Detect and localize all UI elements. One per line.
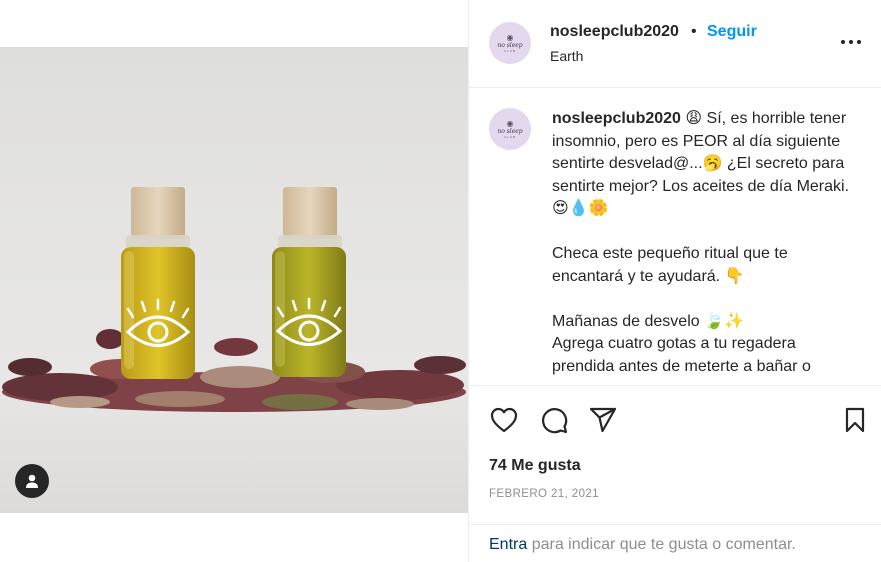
- oil-bottles-illustration: [2, 187, 466, 412]
- post-header: ◉ no sleep CLUB nosleepclub2020 • Seguir…: [469, 0, 881, 88]
- right-bottle: [272, 187, 346, 377]
- avatar-brand-text: no sleep: [497, 41, 523, 49]
- caption-section: ◉ no sleep CLUB nosleepclub2020 😩 Sí, es…: [469, 88, 881, 385]
- instagram-post-modal: ◉ no sleep CLUB nosleepclub2020 • Seguir…: [0, 0, 881, 562]
- caption-text: nosleepclub2020 😩 Sí, es horrible tener …: [552, 108, 852, 378]
- comment-button[interactable]: [539, 405, 569, 435]
- caption-avatar[interactable]: ◉ no sleep CLUB: [489, 108, 531, 150]
- avatar-brand-text: no sleep: [497, 127, 523, 135]
- post-photo[interactable]: [0, 47, 468, 513]
- location-link[interactable]: Earth: [550, 48, 583, 64]
- caption-line: Mañanas de desvelo 🍃✨: [552, 312, 744, 330]
- tagged-users-button[interactable]: [15, 464, 49, 498]
- username-link[interactable]: nosleepclub2020: [550, 23, 679, 41]
- login-to-comment-text: Entra para indicar que te gusta o coment…: [489, 536, 796, 554]
- actions-section: 74 Me gusta FEBRERO 21, 2021: [469, 385, 881, 525]
- avatar-sub-text: CLUB: [503, 134, 516, 139]
- heart-icon: [490, 407, 518, 433]
- caption-line: Checa este pequeño ritual que te encanta…: [552, 245, 788, 285]
- post-date[interactable]: FEBRERO 21, 2021: [489, 488, 599, 500]
- separator-dot: •: [691, 23, 697, 40]
- login-link[interactable]: Entra: [489, 536, 527, 553]
- eye-logo-icon: ◉: [506, 32, 514, 42]
- eye-logo-icon: ◉: [506, 118, 514, 128]
- media-column: [0, 0, 468, 562]
- caption-line: Agrega cuatro gotas a tu regadera prendi…: [552, 335, 811, 375]
- share-button[interactable]: [588, 405, 618, 435]
- like-button[interactable]: [489, 405, 519, 435]
- comment-icon: [542, 408, 568, 434]
- login-prompt-text: para indicar que te gusta o comentar.: [527, 536, 796, 553]
- comment-bar: Entra para indicar que te gusta o coment…: [469, 524, 881, 562]
- caption-username[interactable]: nosleepclub2020: [552, 110, 681, 127]
- likes-count[interactable]: 74 Me gusta: [489, 457, 581, 475]
- follow-button[interactable]: Seguir: [707, 23, 757, 41]
- dried-petals: [2, 329, 466, 412]
- user-icon: [26, 474, 38, 488]
- more-options-button[interactable]: [839, 30, 863, 54]
- share-icon: [589, 407, 617, 433]
- profile-avatar[interactable]: ◉ no sleep CLUB: [489, 22, 531, 64]
- post-side-panel: ◉ no sleep CLUB nosleepclub2020 • Seguir…: [468, 0, 881, 562]
- bookmark-icon: [845, 407, 865, 433]
- caption-paragraph: nosleepclub2020 😩 Sí, es horrible tener …: [552, 108, 852, 221]
- more-dots-icon: [841, 40, 861, 44]
- save-button[interactable]: [840, 405, 870, 435]
- avatar-sub-text: CLUB: [503, 48, 516, 53]
- left-bottle: [121, 187, 195, 379]
